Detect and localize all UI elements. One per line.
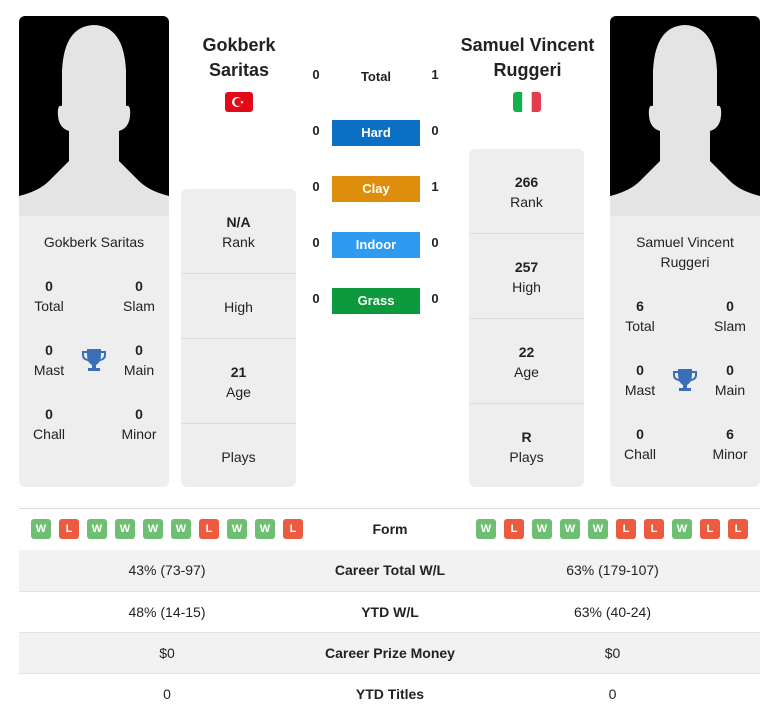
form-win-badge[interactable]: W xyxy=(171,519,191,539)
turkey-flag-icon xyxy=(225,92,253,112)
player2-prize-money: $0 xyxy=(604,645,621,661)
h2h-total-p2: 1 xyxy=(431,67,439,82)
player1-stats-box: N/A Rank High 21 Age Plays xyxy=(181,189,296,487)
player1-career-wl: 43% (73-97) xyxy=(128,562,206,578)
silhouette-icon xyxy=(610,25,760,216)
row-label: Career Prize Money xyxy=(325,645,455,661)
player2-form: WLWWWLLWLL xyxy=(476,519,748,539)
form-win-badge[interactable]: W xyxy=(672,519,692,539)
player1-card: Gokberk Saritas 0 Total 0 Slam 0 Mast 0 … xyxy=(19,216,169,487)
form-loss-badge[interactable]: L xyxy=(616,519,636,539)
h2h-grass-p2: 0 xyxy=(431,291,439,306)
form-loss-badge[interactable]: L xyxy=(199,519,219,539)
row-label: YTD W/L xyxy=(361,604,419,620)
form-label: Form xyxy=(372,521,408,537)
player1-titles-total: 0 Total xyxy=(34,278,64,314)
divider xyxy=(181,338,296,339)
player2-stats-box: 266 Rank 257 High 22 Age R Plays xyxy=(469,149,584,487)
player2-titles-mast: 0 Mast xyxy=(624,362,656,398)
form-loss-badge[interactable]: L xyxy=(283,519,303,539)
row-label: YTD Titles xyxy=(355,686,425,702)
player1-titles-minor: 0 Minor xyxy=(121,406,157,442)
player2-age: 22 Age xyxy=(514,344,539,380)
player2-ytd-wl: 63% (40-24) xyxy=(573,604,652,620)
table-row: 0 YTD Titles 0 xyxy=(19,673,760,714)
form-win-badge[interactable]: W xyxy=(255,519,275,539)
surface-grass-badge[interactable]: Grass xyxy=(332,288,420,314)
player1-ytd-titles: 0 xyxy=(163,686,171,702)
surface-hard-badge[interactable]: Hard xyxy=(332,120,420,146)
h2h-clay-p1: 0 xyxy=(312,179,320,194)
h2h-hard-p1: 0 xyxy=(312,123,320,138)
player2-photo xyxy=(610,16,760,216)
h2h-indoor-p2: 0 xyxy=(431,235,439,250)
player2-high: 257 High xyxy=(512,259,541,295)
form-loss-badge[interactable]: L xyxy=(504,519,524,539)
player2-titles-minor: 6 Minor xyxy=(712,426,748,462)
form-win-badge[interactable]: W xyxy=(31,519,51,539)
h2h-grass-p1: 0 xyxy=(312,291,320,306)
player1-plays: Plays xyxy=(221,449,256,465)
surface-indoor-badge[interactable]: Indoor xyxy=(332,232,420,258)
form-win-badge[interactable]: W xyxy=(588,519,608,539)
player1-titles-chall: 0 Chall xyxy=(33,406,65,442)
player1-card-name: Gokberk Saritas xyxy=(43,234,145,250)
player1-titles-mast: 0 Mast xyxy=(33,342,65,378)
form-win-badge[interactable]: W xyxy=(227,519,247,539)
player1-photo xyxy=(19,16,169,216)
table-row: 48% (14-15) YTD W/L 63% (40-24) xyxy=(19,591,760,632)
silhouette-icon xyxy=(19,25,169,216)
h2h-clay-p2: 1 xyxy=(431,179,439,194)
table-row: 43% (73-97) Career Total W/L 63% (179-10… xyxy=(19,550,760,591)
h2h-total-p1: 0 xyxy=(312,67,320,82)
form-win-badge[interactable]: W xyxy=(87,519,107,539)
form-row: WLWWWWLWWL Form WLWWWLLWLL xyxy=(19,509,760,550)
divider xyxy=(181,273,296,274)
h2h-indoor-p1: 0 xyxy=(312,235,320,250)
table-row: $0 Career Prize Money $0 xyxy=(19,632,760,673)
form-loss-badge[interactable]: L xyxy=(700,519,720,539)
player1-titles-slam: 0 Slam xyxy=(123,278,155,314)
player1-age: 21 Age xyxy=(226,364,251,400)
form-win-badge[interactable]: W xyxy=(115,519,135,539)
player2-titles-chall: 0 Chall xyxy=(624,426,656,462)
player1-rank: N/A Rank xyxy=(222,214,255,250)
h2h-total-label: Total xyxy=(360,69,392,84)
player2-ytd-titles: 0 xyxy=(608,686,617,702)
player2-titles-slam: 0 Slam xyxy=(714,298,746,334)
player1-ytd-wl: 48% (14-15) xyxy=(128,604,206,620)
form-loss-badge[interactable]: L xyxy=(59,519,79,539)
player1-prize-money: $0 xyxy=(159,645,175,661)
form-win-badge[interactable]: W xyxy=(532,519,552,539)
player2-plays: R Plays xyxy=(509,429,544,465)
player2-card: Samuel Vincent Ruggeri 6 Total 0 Slam 0 … xyxy=(610,216,760,487)
h2h-hard-p2: 0 xyxy=(431,123,439,138)
player1-form: WLWWWWLWWL xyxy=(31,519,303,539)
surface-clay-badge[interactable]: Clay xyxy=(332,176,420,202)
player1-name[interactable]: Gokberk Saritas xyxy=(180,33,298,83)
italy-flag-icon xyxy=(513,92,541,112)
divider xyxy=(469,233,584,234)
player2-titles-main: 0 Main xyxy=(714,362,746,398)
divider xyxy=(469,403,584,404)
divider xyxy=(469,318,584,319)
form-win-badge[interactable]: W xyxy=(476,519,496,539)
player1-titles-main: 0 Main xyxy=(123,342,155,378)
player2-card-name: Samuel Vincent Ruggeri xyxy=(636,234,734,270)
divider xyxy=(181,423,296,424)
player2-rank: 266 Rank xyxy=(510,174,543,210)
form-win-badge[interactable]: W xyxy=(143,519,163,539)
form-loss-badge[interactable]: L xyxy=(728,519,748,539)
player2-titles-total: 6 Total xyxy=(625,298,655,334)
form-win-badge[interactable]: W xyxy=(560,519,580,539)
player2-name[interactable]: Samuel Vincent Ruggeri xyxy=(450,33,605,83)
row-label: Career Total W/L xyxy=(334,562,446,578)
form-loss-badge[interactable]: L xyxy=(644,519,664,539)
player1-high: High xyxy=(224,299,253,315)
player2-career-wl: 63% (179-107) xyxy=(566,562,659,578)
